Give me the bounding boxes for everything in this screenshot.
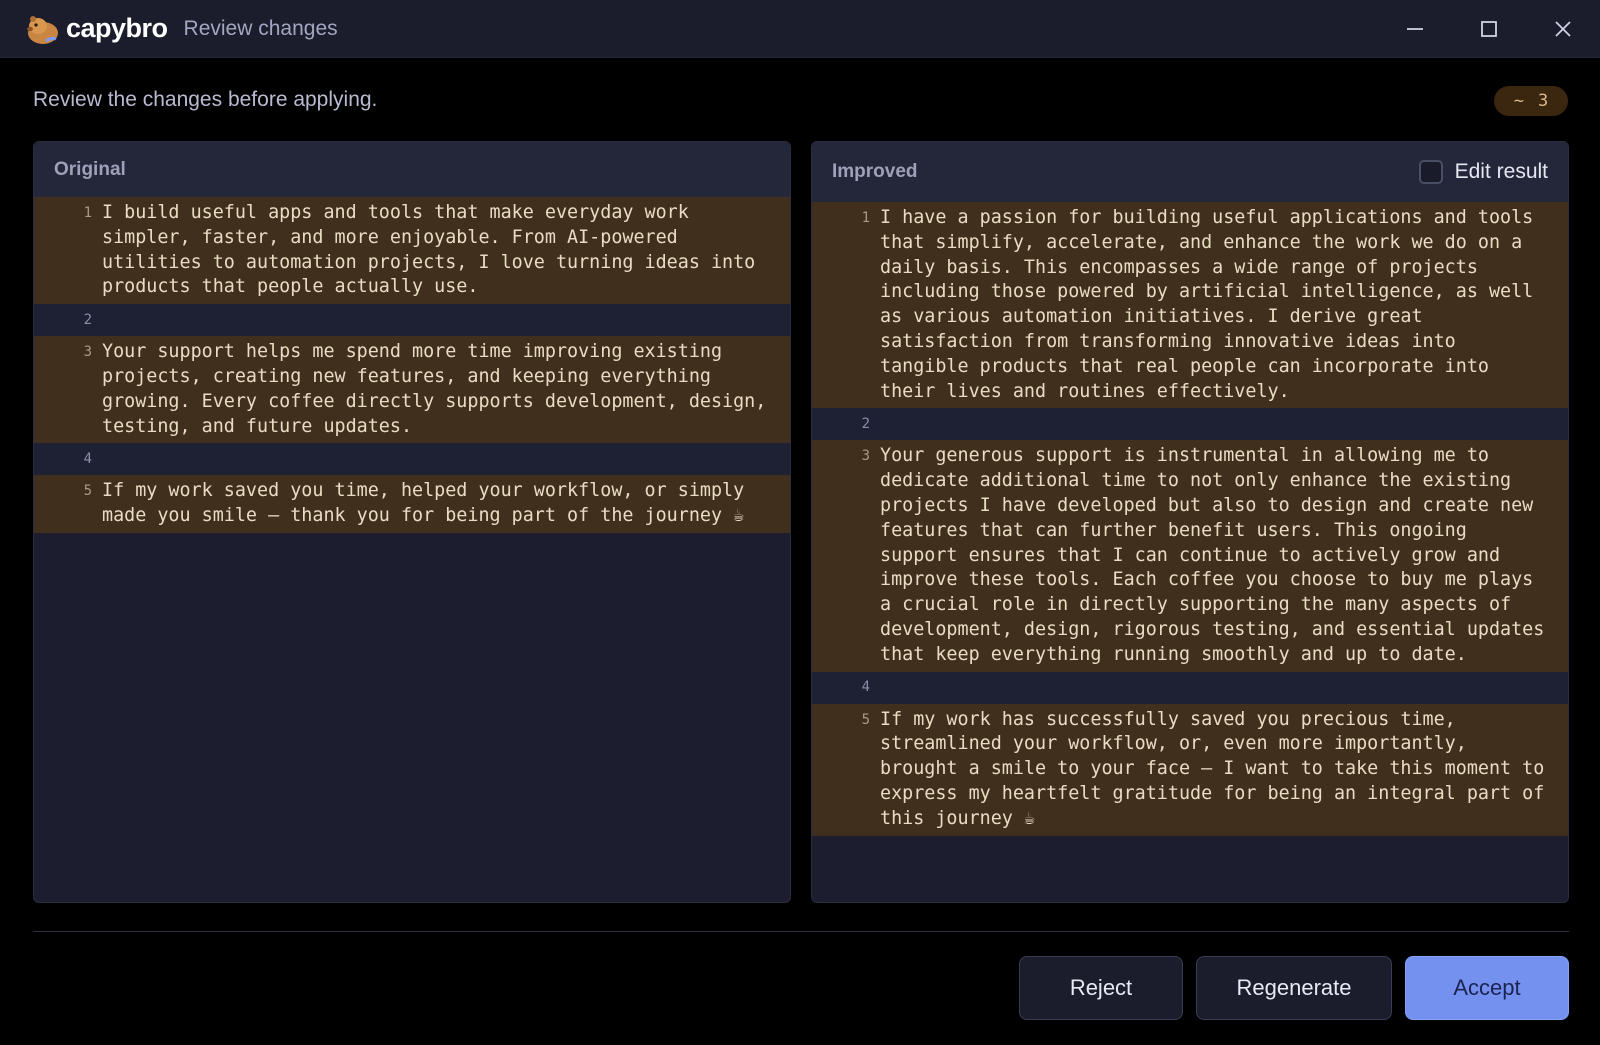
edit-result-label: Edit result [1454,160,1548,183]
improved-panel: Improved Edit result 1 I have a passion … [811,141,1569,903]
line-text: I build useful apps and tools that make … [102,202,767,298]
diff-line: 2 [812,408,1568,441]
line-text: Your support helps me spend more time im… [102,341,778,437]
change-count-value: 3 [1538,91,1549,111]
original-panel-header: Original [34,142,790,197]
window-controls [1378,0,1600,58]
edit-result-toggle[interactable]: Edit result [1418,160,1548,184]
line-number: 1 [861,210,870,226]
improved-text-view[interactable]: 1 I have a passion for building useful a… [812,202,1568,836]
line-number: 2 [861,415,870,432]
close-icon [1555,21,1571,37]
improved-panel-header: Improved Edit result [812,142,1568,202]
change-count-badge: ~ 3 [1494,86,1568,116]
minimize-icon [1407,28,1423,30]
accept-button[interactable]: Accept [1405,956,1569,1020]
regenerate-button[interactable]: Regenerate [1196,956,1392,1020]
diff-line: 3 Your generous support is instrumental … [812,440,1568,672]
line-number: 4 [861,679,870,696]
diff-line: 4 [812,671,1568,704]
line-text: Your generous support is instrumental in… [880,445,1556,665]
title-bar: capybro Review changes [0,0,1600,58]
diff-line: 2 [34,304,790,337]
line-number: 5 [83,483,92,500]
reject-button[interactable]: Reject [1019,956,1183,1020]
line-text: I have a passion for building useful app… [880,207,1545,402]
original-panel: Original 1 I build useful apps and tools… [33,141,791,903]
line-number: 3 [861,448,870,465]
diff-line: 5 If my work saved you time, helped your… [34,475,790,533]
original-panel-title: Original [54,158,126,180]
maximize-icon [1481,21,1497,37]
brand-name: capybro [66,13,168,43]
diff-line: 1 I have a passion for building useful a… [812,202,1568,409]
improved-panel-title: Improved [832,161,918,182]
minimize-button[interactable] [1378,0,1452,58]
diff-line: 1 I build useful apps and tools that mak… [34,197,790,305]
line-number: 5 [861,711,870,728]
change-count-symbol: ~ [1513,91,1524,111]
diff-line: 4 [34,443,790,476]
edit-result-checkbox[interactable] [1418,160,1443,184]
capybara-logo-icon [27,15,58,44]
line-number: 2 [83,311,92,328]
maximize-button[interactable] [1452,0,1526,58]
line-text: If my work has successfully saved you pr… [880,708,1556,829]
window-title: Review changes [183,16,338,40]
line-number: 4 [83,450,92,467]
line-number: 3 [83,344,92,361]
footer-divider [33,931,1569,932]
original-text-view[interactable]: 1 I build useful apps and tools that mak… [34,197,790,533]
line-text: If my work saved you time, helped your w… [102,480,756,527]
close-button[interactable] [1526,0,1600,58]
diff-line: 3 Your support helps me spend more time … [34,336,790,444]
line-number: 1 [83,205,92,221]
instruction-text: Review the changes before applying. [33,88,378,111]
diff-line: 5 If my work has successfully saved you … [812,703,1568,836]
